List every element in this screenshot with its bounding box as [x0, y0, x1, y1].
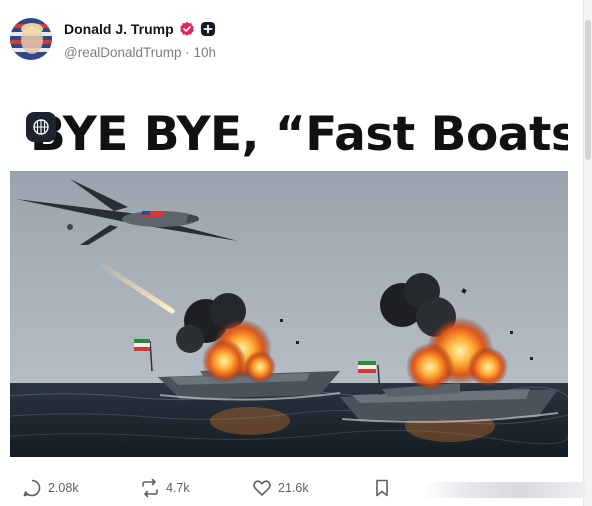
repost-count: 4.7k — [166, 481, 190, 495]
image-headline-band: BYE BYE, “Fast Boats” — [10, 95, 568, 170]
scrollbar-thumb[interactable] — [585, 20, 591, 160]
handle[interactable]: @realDonaldTrump — [64, 45, 182, 60]
bookmark-button[interactable] — [372, 478, 392, 498]
reply-icon — [23, 479, 41, 497]
grid-icon[interactable] — [26, 112, 56, 142]
separator: · — [185, 45, 190, 60]
handle-row: @realDonaldTrump · 10h — [64, 45, 216, 60]
post-actions: 2.08k 4.7k 21.6k — [22, 478, 592, 502]
like-button[interactable]: 21.6k — [252, 478, 309, 498]
heart-icon — [253, 480, 271, 496]
name-row: Donald J. Trump — [64, 21, 216, 37]
display-name[interactable]: Donald J. Trump — [64, 21, 174, 37]
bookmark-icon — [376, 479, 388, 497]
post-time[interactable]: 10h — [194, 45, 217, 60]
repost-button[interactable]: 4.7k — [140, 478, 190, 498]
reply-button[interactable]: 2.08k — [22, 478, 79, 498]
more-actions-placeholder — [422, 482, 586, 498]
image-headline: BYE BYE, “Fast Boats” — [30, 107, 568, 162]
post-photo — [10, 171, 568, 457]
plus-icon[interactable] — [200, 21, 216, 37]
post-header: Donald J. Trump @realDonaldTrump · 10h — [10, 18, 570, 62]
avatar[interactable] — [10, 18, 52, 60]
reply-count: 2.08k — [48, 481, 79, 495]
verified-badge-icon — [179, 21, 195, 37]
page-scrollbar[interactable] — [583, 0, 592, 506]
repost-icon — [142, 478, 158, 498]
like-count: 21.6k — [278, 481, 309, 495]
post-image[interactable]: BYE BYE, “Fast Boats” — [10, 95, 568, 457]
